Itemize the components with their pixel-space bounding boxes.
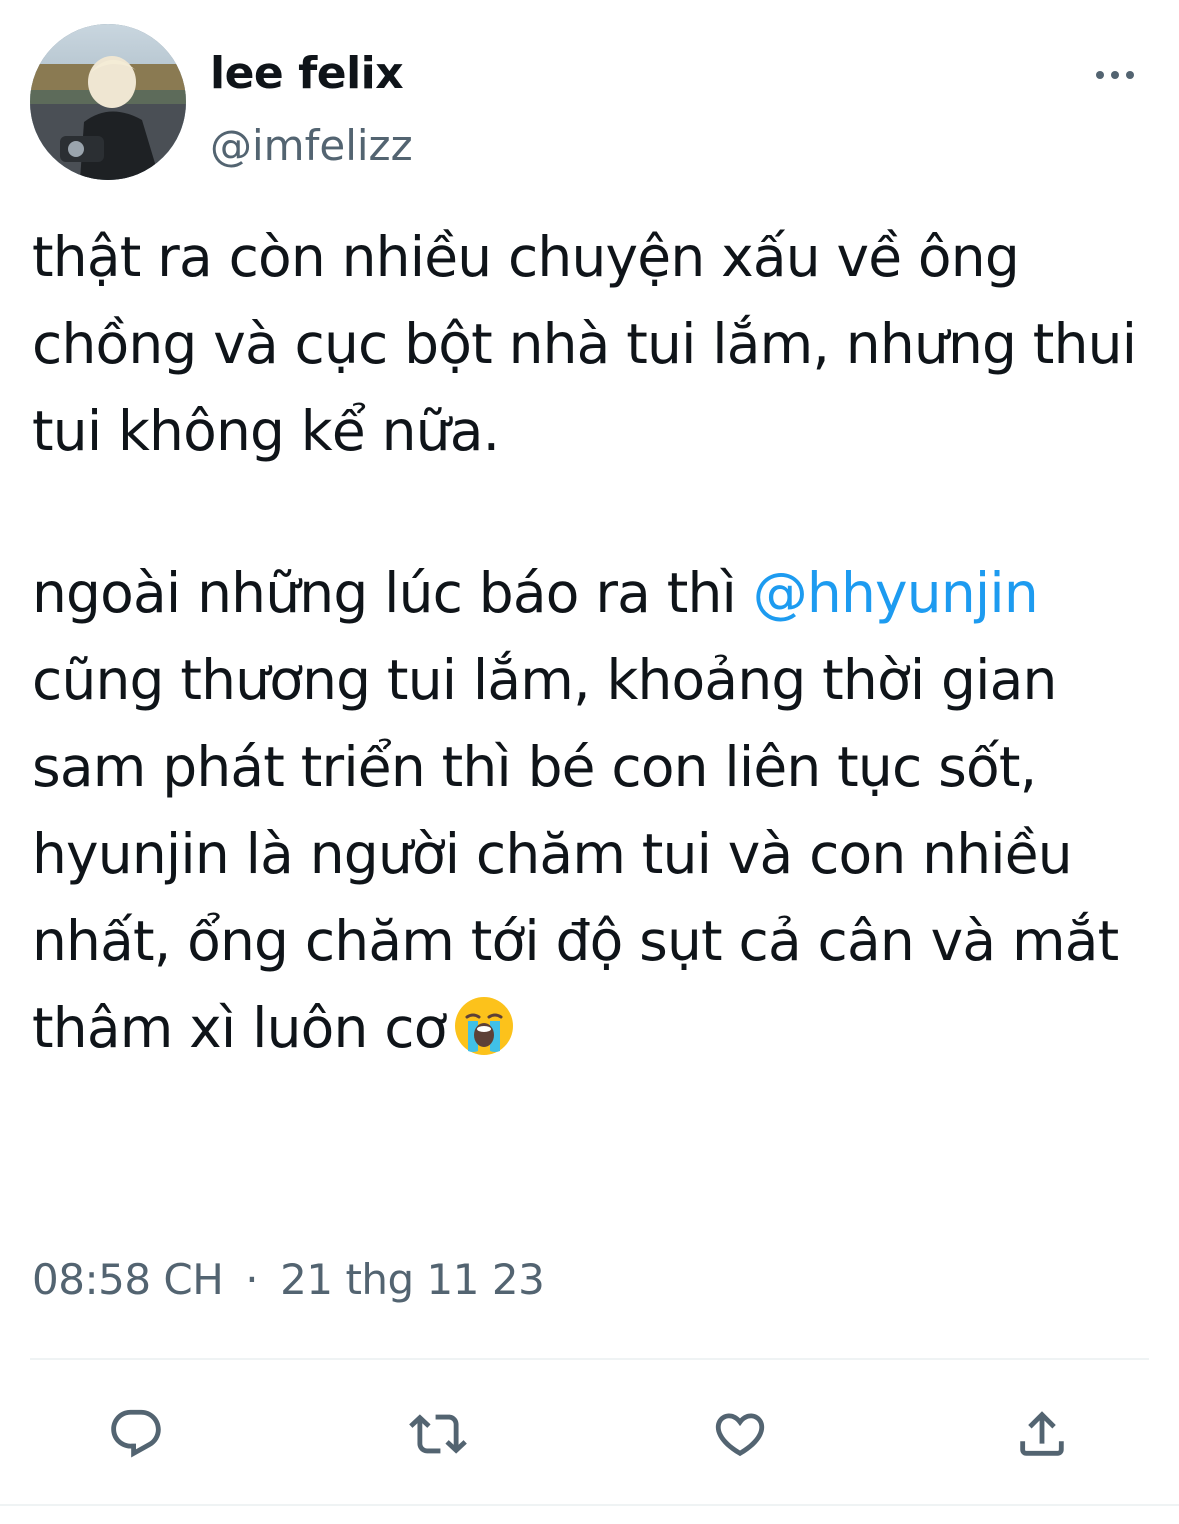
tweet-time: 08:58 CH xyxy=(32,1255,224,1304)
like-button[interactable] xyxy=(702,1396,778,1472)
retweet-icon xyxy=(409,1414,467,1454)
avatar[interactable] xyxy=(30,24,186,180)
divider xyxy=(30,1358,1149,1360)
share-icon xyxy=(1020,1411,1064,1456)
tweet-card: lee felix @imfelizz thật ra còn nhiều ch… xyxy=(0,0,1179,1524)
tweet-text: thật ra còn nhiều chuyện xấu về ông chồn… xyxy=(32,214,1162,1072)
heart-icon xyxy=(715,1413,765,1457)
tweet-text-segment: cũng thương tui lắm, khoảng thời gian sa… xyxy=(32,648,1119,1060)
reply-icon xyxy=(111,1409,161,1458)
share-button[interactable] xyxy=(1004,1396,1080,1472)
action-bar xyxy=(0,1396,1179,1472)
mention-link[interactable]: @hhyunjin xyxy=(753,561,1039,625)
author-handle[interactable]: @imfelizz xyxy=(210,118,413,174)
more-options-button[interactable] xyxy=(1090,60,1140,90)
divider xyxy=(0,1504,1179,1506)
author-display-name[interactable]: lee felix xyxy=(210,46,404,102)
tweet-timestamp[interactable]: 08:58 CH · 21 thg 11 23 xyxy=(32,1252,545,1308)
tweet-text-segment: ngoài những lúc báo ra thì xyxy=(32,561,753,625)
reply-button[interactable] xyxy=(98,1396,174,1472)
tweet-paragraph: thật ra còn nhiều chuyện xấu về ông chồn… xyxy=(32,225,1137,463)
more-horizontal-icon xyxy=(1096,71,1134,79)
loudly-crying-face-emoji xyxy=(453,995,515,1057)
avatar-photo xyxy=(30,24,186,180)
tweet-date: 21 thg 11 23 xyxy=(280,1255,545,1304)
tweet-paragraph: ngoài những lúc báo ra thì @hhyunjin cũn… xyxy=(32,550,1162,1072)
retweet-button[interactable] xyxy=(400,1396,476,1472)
meta-separator: · xyxy=(245,1255,259,1304)
